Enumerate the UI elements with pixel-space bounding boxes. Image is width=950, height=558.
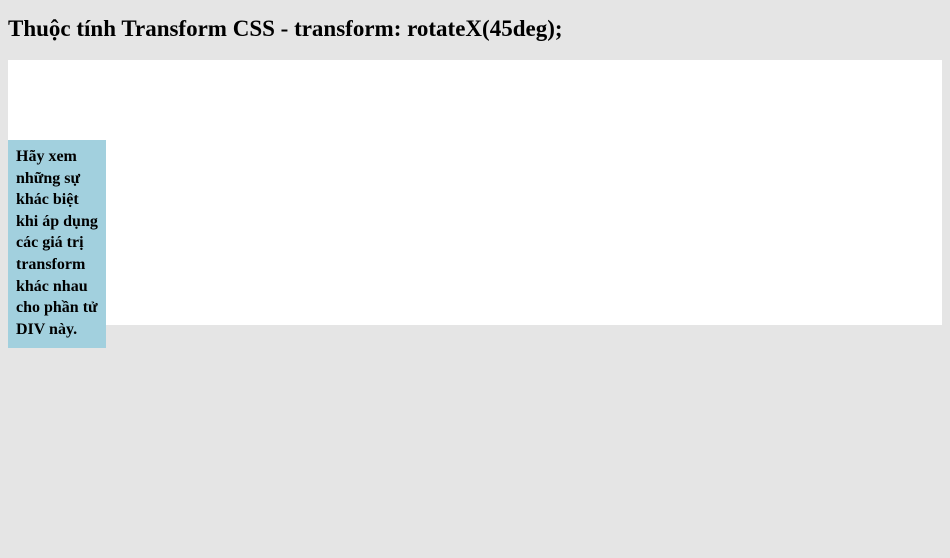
transform-demo-box: Hãy xem những sự khác biệt khi áp dụng c… xyxy=(8,140,106,348)
page-title: Thuộc tính Transform CSS - transform: ro… xyxy=(8,16,942,42)
page-container: Thuộc tính Transform CSS - transform: ro… xyxy=(0,0,950,333)
demo-panel: Hãy xem những sự khác biệt khi áp dụng c… xyxy=(8,60,942,325)
